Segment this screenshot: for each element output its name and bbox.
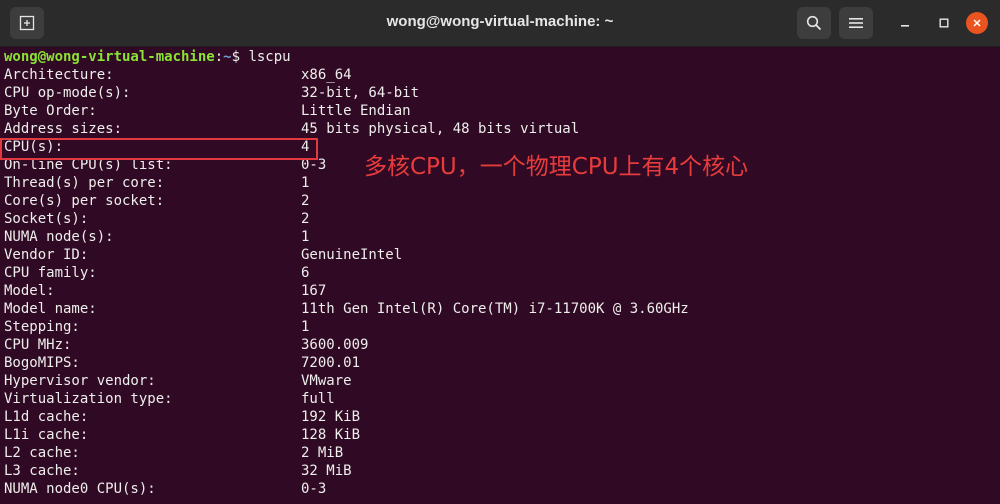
maximize-button[interactable]: [933, 12, 955, 34]
output-line: Byte Order: Little Endian: [4, 102, 1000, 120]
field-value: 167: [301, 283, 327, 299]
output-line: Address sizes: 45 bits physical, 48 bits …: [4, 120, 1000, 138]
field-value: 32-bit, 64-bit: [301, 85, 420, 101]
output-line: CPU family: 6: [4, 264, 1000, 282]
field-value: GenuineIntel: [301, 247, 403, 263]
cpu-count-highlight-box: [0, 138, 318, 160]
search-icon: [806, 15, 822, 31]
prompt-user-host: wong@wong-virtual-machine: [4, 49, 215, 65]
annotation-text: 多核CPU，一个物理CPU上有4个核心: [364, 154, 749, 180]
output-line: NUMA node(s): 1: [4, 228, 1000, 246]
prompt-symbol: $: [231, 49, 249, 65]
output-line: Socket(s): 2: [4, 210, 1000, 228]
output-line: Hypervisor vendor: VMware: [4, 372, 1000, 390]
output-line: Model: 167: [4, 282, 1000, 300]
field-value: 192 KiB: [301, 409, 361, 425]
output-line: CPU MHz: 3600.009: [4, 336, 1000, 354]
field-key: BogoMIPS:: [4, 355, 80, 371]
output-line: Virtualization type: full: [4, 390, 1000, 408]
maximize-icon: [939, 18, 949, 28]
hamburger-menu-icon: [849, 18, 863, 28]
output-line: NUMA node0 CPU(s): 0-3: [4, 480, 1000, 498]
output-line: L3 cache: 32 MiB: [4, 462, 1000, 480]
field-key: CPU MHz:: [4, 337, 72, 353]
minimize-icon: [901, 25, 909, 27]
field-value: 1: [301, 229, 310, 245]
field-key: NUMA node(s):: [4, 229, 114, 245]
field-value: 1: [301, 319, 310, 335]
field-value: 11th Gen Intel(R) Core(TM) i7-11700K @ 3…: [301, 301, 689, 317]
output-line: Model name: 11th Gen Intel(R) Core(TM) i7…: [4, 300, 1000, 318]
field-key: Core(s) per socket:: [4, 193, 165, 209]
output-line: L2 cache: 2 MiB: [4, 444, 1000, 462]
field-value: 0-3: [301, 481, 327, 497]
field-value: 7200.01: [301, 355, 361, 371]
prompt-command: lscpu: [248, 49, 291, 65]
field-value: VMware: [301, 373, 352, 389]
title-bar: wong@wong-virtual-machine: ~: [0, 0, 1000, 47]
field-value: 3600.009: [301, 337, 369, 353]
field-key: Virtualization type:: [4, 391, 173, 407]
field-key: NUMA node0 CPU(s):: [4, 481, 156, 497]
field-value: x86_64: [301, 67, 352, 83]
field-value: 45 bits physical, 48 bits virtual: [301, 121, 580, 137]
field-value: 1: [301, 175, 310, 191]
field-key: CPU op-mode(s):: [4, 85, 131, 101]
menu-button[interactable]: [839, 7, 873, 39]
prompt-colon: :: [214, 49, 224, 65]
output-line: CPU op-mode(s): 32-bit, 64-bit: [4, 84, 1000, 102]
field-key: Stepping:: [4, 319, 80, 335]
field-value: 2: [301, 211, 310, 227]
field-key: Vendor ID:: [4, 247, 89, 263]
field-key: CPU family:: [4, 265, 97, 281]
field-key: L3 cache:: [4, 463, 80, 479]
field-value: full: [301, 391, 335, 407]
field-value: 32 MiB: [301, 463, 352, 479]
field-value: 2: [301, 193, 310, 209]
field-key: Model:: [4, 283, 55, 299]
lscpu-output: Architecture: x86_64 CPU op-mode(s): 32-bit…: [4, 66, 1000, 498]
output-line: L1d cache: 192 KiB: [4, 408, 1000, 426]
minimize-button[interactable]: [894, 12, 916, 34]
field-key: L1d cache:: [4, 409, 89, 425]
terminal-output[interactable]: wong@wong-virtual-machine:~$ lscpu Archi…: [4, 48, 1000, 498]
search-button[interactable]: [797, 7, 831, 39]
close-button[interactable]: [966, 12, 988, 34]
prompt-line: wong@wong-virtual-machine:~$ lscpu: [4, 48, 1000, 66]
field-key: Architecture:: [4, 67, 114, 83]
field-value: Little Endian: [301, 103, 411, 119]
output-line: BogoMIPS: 7200.01: [4, 354, 1000, 372]
output-line: Core(s) per socket: 2: [4, 192, 1000, 210]
field-value: 128 KiB: [301, 427, 361, 443]
field-key: Hypervisor vendor:: [4, 373, 156, 389]
prompt-path: ~: [223, 49, 232, 65]
output-line: Architecture: x86_64: [4, 66, 1000, 84]
close-icon: [973, 19, 981, 27]
field-key: Model name:: [4, 301, 97, 317]
field-value: 2 MiB: [301, 445, 344, 461]
field-key: L2 cache:: [4, 445, 80, 461]
field-value: 6: [301, 265, 310, 281]
output-line: L1i cache: 128 KiB: [4, 426, 1000, 444]
field-key: Byte Order:: [4, 103, 97, 119]
output-line: Vendor ID: GenuineIntel: [4, 246, 1000, 264]
field-key: Socket(s):: [4, 211, 89, 227]
field-key: Thread(s) per core:: [4, 175, 165, 191]
field-key: Address sizes:: [4, 121, 123, 137]
output-line: Stepping: 1: [4, 318, 1000, 336]
field-key: L1i cache:: [4, 427, 89, 443]
